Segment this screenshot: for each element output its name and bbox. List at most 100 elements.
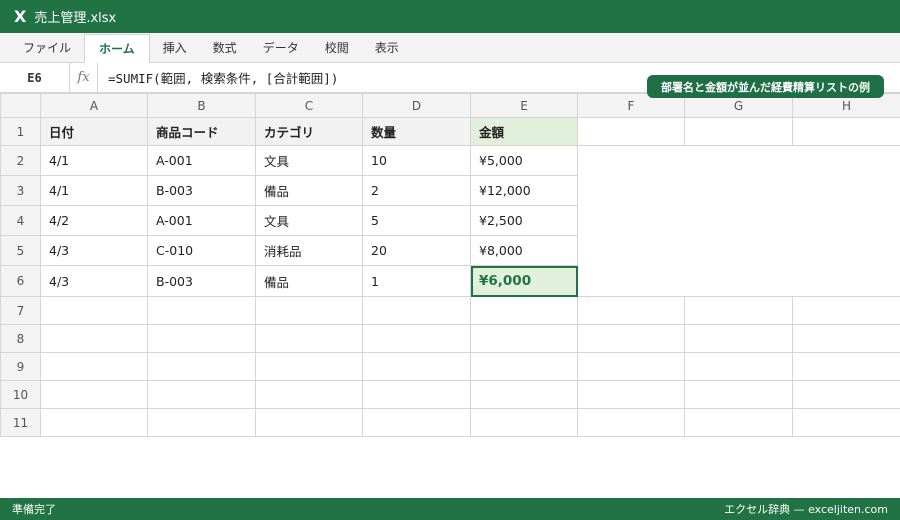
empty-cell[interactable]	[470, 380, 578, 409]
empty-cell[interactable]	[40, 324, 148, 353]
empty-cell[interactable]	[40, 408, 148, 437]
empty-cell[interactable]	[792, 296, 900, 325]
empty-cell[interactable]	[255, 408, 363, 437]
empty-cell[interactable]	[684, 324, 793, 353]
row-header[interactable]: 8	[0, 324, 41, 353]
empty-cell[interactable]	[40, 352, 148, 381]
tab-view[interactable]: 表示	[362, 33, 412, 62]
row-header[interactable]: 1	[0, 117, 41, 146]
select-all-corner[interactable]	[0, 93, 41, 118]
cell[interactable]: 4/1	[40, 175, 148, 206]
empty-area[interactable]	[578, 206, 900, 236]
cell[interactable]: 1	[362, 265, 471, 297]
empty-cell[interactable]	[577, 296, 685, 325]
empty-cell[interactable]	[362, 380, 471, 409]
row-header[interactable]: 4	[0, 205, 41, 236]
cell[interactable]: 備品	[255, 265, 363, 297]
row-header[interactable]: 5	[0, 235, 41, 266]
empty-cell[interactable]	[684, 380, 793, 409]
cell[interactable]: 文具	[255, 205, 363, 236]
tab-home[interactable]: ホーム	[84, 34, 150, 63]
empty-cell[interactable]	[684, 117, 793, 146]
cell[interactable]: 4/3	[40, 235, 148, 266]
empty-cell[interactable]	[147, 408, 256, 437]
cell[interactable]: B-003	[147, 265, 256, 297]
cell[interactable]: ¥2,500	[470, 205, 578, 236]
empty-cell[interactable]	[40, 296, 148, 325]
empty-cell[interactable]	[470, 408, 578, 437]
column-header-d[interactable]: D	[362, 93, 471, 118]
cell[interactable]: A-001	[147, 205, 256, 236]
cell[interactable]: 2	[362, 175, 471, 206]
cell[interactable]: B-003	[147, 175, 256, 206]
empty-area[interactable]	[578, 266, 900, 297]
row-header[interactable]: 10	[0, 380, 41, 409]
selected-cell-e6[interactable]: ¥6,000	[470, 265, 578, 297]
empty-cell[interactable]	[577, 380, 685, 409]
row-header[interactable]: 9	[0, 352, 41, 381]
header-cell-quantity[interactable]: 数量	[362, 117, 471, 146]
row-header[interactable]: 6	[0, 265, 41, 297]
row-header[interactable]: 2	[0, 145, 41, 176]
header-cell-amount[interactable]: 金額	[470, 117, 578, 146]
empty-cell[interactable]	[470, 296, 578, 325]
empty-cell[interactable]	[577, 408, 685, 437]
empty-cell[interactable]	[255, 324, 363, 353]
column-header-e[interactable]: E	[470, 93, 578, 118]
empty-cell[interactable]	[255, 380, 363, 409]
cell[interactable]: 消耗品	[255, 235, 363, 266]
cell[interactable]: ¥8,000	[470, 235, 578, 266]
cell[interactable]: 4/1	[40, 145, 148, 176]
formula-input[interactable]: =SUMIF(範囲, 検索条件, [合計範囲])	[98, 68, 338, 87]
empty-cell[interactable]	[792, 380, 900, 409]
empty-cell[interactable]	[362, 296, 471, 325]
empty-cell[interactable]	[362, 352, 471, 381]
empty-cell[interactable]	[684, 408, 793, 437]
tab-formulas[interactable]: 数式	[200, 33, 250, 62]
empty-cell[interactable]	[792, 352, 900, 381]
cell[interactable]: 4/3	[40, 265, 148, 297]
row-header[interactable]: 7	[0, 296, 41, 325]
tab-insert[interactable]: 挿入	[150, 33, 200, 62]
empty-area[interactable]	[578, 146, 900, 176]
row-header[interactable]: 3	[0, 175, 41, 206]
header-cell-date[interactable]: 日付	[40, 117, 148, 146]
cell[interactable]: 備品	[255, 175, 363, 206]
empty-cell[interactable]	[577, 352, 685, 381]
empty-cell[interactable]	[147, 352, 256, 381]
empty-cell[interactable]	[362, 324, 471, 353]
cell[interactable]: ¥12,000	[470, 175, 578, 206]
empty-cell[interactable]	[40, 380, 148, 409]
cell[interactable]: 文具	[255, 145, 363, 176]
header-cell-product-code[interactable]: 商品コード	[147, 117, 256, 146]
empty-cell[interactable]	[255, 296, 363, 325]
empty-cell[interactable]	[792, 408, 900, 437]
cell[interactable]: 5	[362, 205, 471, 236]
empty-cell[interactable]	[684, 352, 793, 381]
cell[interactable]: 4/2	[40, 205, 148, 236]
row-header[interactable]: 11	[0, 408, 41, 437]
empty-cell[interactable]	[470, 324, 578, 353]
empty-cell[interactable]	[577, 324, 685, 353]
empty-cell[interactable]	[792, 117, 900, 146]
tab-file[interactable]: ファイル	[10, 33, 84, 62]
name-box[interactable]: E6	[0, 63, 70, 92]
cell[interactable]: C-010	[147, 235, 256, 266]
empty-cell[interactable]	[362, 408, 471, 437]
empty-cell[interactable]	[792, 324, 900, 353]
empty-cell[interactable]	[255, 352, 363, 381]
empty-area[interactable]	[578, 236, 900, 266]
tab-data[interactable]: データ	[250, 33, 312, 62]
column-header-c[interactable]: C	[255, 93, 363, 118]
tab-review[interactable]: 校閲	[312, 33, 362, 62]
cell[interactable]: A-001	[147, 145, 256, 176]
empty-cell[interactable]	[577, 117, 685, 146]
empty-cell[interactable]	[147, 380, 256, 409]
empty-cell[interactable]	[147, 324, 256, 353]
column-header-a[interactable]: A	[40, 93, 148, 118]
cell[interactable]: ¥5,000	[470, 145, 578, 176]
column-header-b[interactable]: B	[147, 93, 256, 118]
empty-cell[interactable]	[470, 352, 578, 381]
cell[interactable]: 20	[362, 235, 471, 266]
fx-icon[interactable]: fx	[70, 63, 98, 92]
